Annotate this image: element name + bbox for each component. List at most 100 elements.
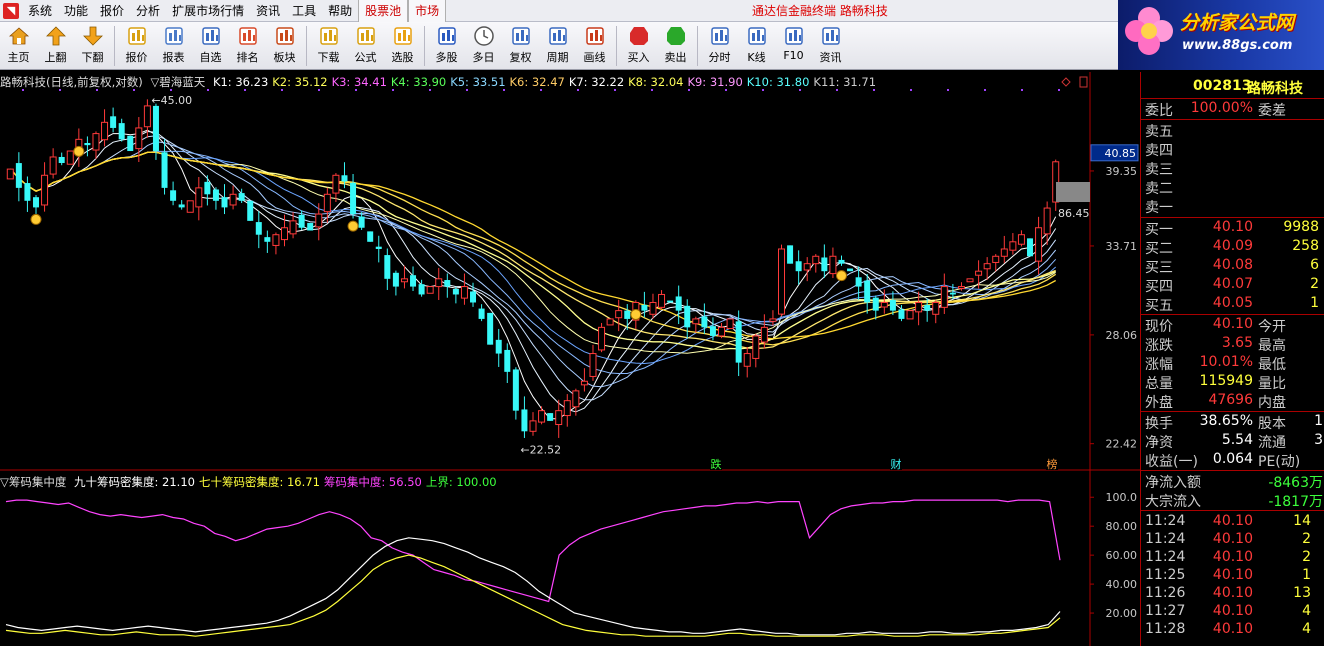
toolbar-button-13[interactable]: 复权 <box>502 22 539 70</box>
toolbar-button-20[interactable]: F10 <box>775 22 812 70</box>
sub-value-1: 七十筹码密集度: 16.71 <box>198 475 320 489</box>
tick-row: 11:24 40.10 2 <box>1141 531 1324 550</box>
sub-chart-indicator-name[interactable]: ▽筹码集中度 <box>0 475 66 489</box>
money-bag-icon <box>30 213 42 225</box>
marker-label: 跌 <box>711 457 722 471</box>
sub-value-3: 上界: 100.00 <box>425 475 497 489</box>
sub-axis-label: 100.0 <box>1106 491 1138 504</box>
toolbar-button-18[interactable]: 分时 <box>701 22 738 70</box>
menu-item-7[interactable]: 帮助 <box>322 0 358 22</box>
toolbar-button-0[interactable]: 主页 <box>0 22 37 70</box>
toolbar-button-21[interactable]: 资讯 <box>812 22 849 70</box>
menu-tab-1[interactable]: 市场 <box>408 0 447 22</box>
toolbar-button-5[interactable]: 自选 <box>192 22 229 70</box>
candle-body <box>400 278 408 283</box>
money-bag-icon <box>347 220 359 232</box>
f10-icon <box>784 27 803 45</box>
stat-label-2: 今开 <box>1258 319 1286 335</box>
candle-body <box>924 304 931 311</box>
bid-row: 买三 40.08 6 <box>1141 257 1324 276</box>
toolbar-button-label: K线 <box>747 51 766 64</box>
signal-dot <box>984 89 986 91</box>
toolbar-button-3[interactable]: 报价 <box>118 22 155 70</box>
toolbar-button-8[interactable]: 下载 <box>310 22 347 70</box>
sell-icon <box>666 27 685 45</box>
toolbar-button-label: 多股 <box>435 51 458 64</box>
stat2-value-2: 1 <box>1314 413 1323 429</box>
k-value-6: K6: 32.47 <box>509 75 565 89</box>
toolbar-button-11[interactable]: 多股 <box>428 22 465 70</box>
tick-time: 11:25 <box>1145 567 1186 583</box>
stat-label: 涨跌 <box>1145 338 1173 354</box>
candle-body <box>24 183 31 201</box>
signal-dot <box>1058 89 1060 91</box>
candle-body <box>161 152 168 188</box>
candle-body <box>178 204 185 208</box>
bid-price: 40.07 <box>1212 276 1253 292</box>
menu-tab-0[interactable]: 股票池 <box>358 0 409 22</box>
candle-body <box>658 293 666 308</box>
toolbar-button-label: 画线 <box>583 51 606 64</box>
candle-body <box>812 255 820 265</box>
menu-item-6[interactable]: 工具 <box>286 0 322 22</box>
toolbar-button-10[interactable]: 选股 <box>384 22 421 70</box>
chart-area[interactable]: 39.35 33.71 28.06 22.42 ←45.00 ←22.52 40.85 86.… <box>0 72 1140 646</box>
bid-row: 买五 40.05 1 <box>1141 295 1324 314</box>
stat2-value: 0.064 <box>1212 451 1253 467</box>
kline-chart[interactable]: 39.35 33.71 28.06 22.42 ←45.00 ←22.52 40.85 86.… <box>0 72 1140 646</box>
candle-body <box>538 410 546 423</box>
candle-body <box>624 310 631 319</box>
report-icon <box>164 27 183 45</box>
toolbar-button-1[interactable]: 上翻 <box>37 22 74 70</box>
k-value-10: K10: 31.80 <box>746 75 810 89</box>
sub-value-2: 筹码集中度: 56.50 <box>323 475 422 489</box>
menu-item-4[interactable]: 扩展市场行情 <box>166 0 250 22</box>
app-logo-icon[interactable]: ◥ <box>3 3 19 19</box>
menu-items: 系统 功能 报价 分析 扩展市场行情 资讯 工具 帮助 股票池 市场 <box>22 0 447 22</box>
bid-price: 40.10 <box>1212 219 1253 235</box>
diamond-icon <box>1061 77 1071 87</box>
menu-item-1[interactable]: 功能 <box>58 0 94 22</box>
candle-body <box>563 400 571 417</box>
stat-row: 涨幅 10.01% 最低 <box>1141 354 1324 373</box>
toolbar-button-17[interactable]: 卖出 <box>657 22 694 70</box>
toolbar-button-12[interactable]: 多日 <box>465 22 502 70</box>
toolbar-button-7[interactable]: 板块 <box>266 22 303 70</box>
candle-body <box>264 237 271 242</box>
toolbar-button-14[interactable]: 周期 <box>539 22 576 70</box>
candle-body <box>821 257 828 272</box>
rank-icon <box>238 27 257 45</box>
candle-body <box>204 181 211 195</box>
money-bag-icon <box>835 270 847 282</box>
stat2-value-2: 3 <box>1314 432 1323 448</box>
menu-item-0[interactable]: 系统 <box>22 0 58 22</box>
candle-body <box>6 168 14 180</box>
menu-item-2[interactable]: 报价 <box>94 0 130 22</box>
candle-body <box>735 321 742 363</box>
stat2-label-2: 流通 <box>1258 435 1286 451</box>
menu-item-3[interactable]: 分析 <box>130 0 166 22</box>
toolbar-button-15[interactable]: 画线 <box>576 22 613 70</box>
ask-row: 卖三 <box>1141 159 1324 178</box>
stat2-value: 38.65% <box>1199 413 1253 429</box>
bid-label: 买三 <box>1145 260 1173 276</box>
menu-item-5[interactable]: 资讯 <box>250 0 286 22</box>
toolbar-button-2[interactable]: 下翻 <box>74 22 111 70</box>
toolbar-button-4[interactable]: 报表 <box>155 22 192 70</box>
toolbar-button-16[interactable]: 买入 <box>620 22 657 70</box>
stock-pick-icon <box>393 27 412 45</box>
bid-volume: 9988 <box>1283 219 1319 235</box>
candle-body <box>272 234 280 246</box>
toolbar-button-label: 公式 <box>354 51 377 64</box>
toolbar-button-6[interactable]: 排名 <box>229 22 266 70</box>
candle-body <box>667 300 674 303</box>
toolbar-button-9[interactable]: 公式 <box>347 22 384 70</box>
main-chart-indicator-name[interactable]: ▽碧海蓝天 <box>150 75 205 89</box>
tick-price: 40.10 <box>1212 549 1253 565</box>
stat-value: 40.10 <box>1212 316 1253 332</box>
quote-divider <box>1141 314 1324 315</box>
toolbar-button-19[interactable]: K线 <box>738 22 775 70</box>
bid-volume: 1 <box>1310 295 1319 311</box>
candle-body <box>1000 248 1008 257</box>
logo-url: www.88gs.com <box>1182 38 1293 53</box>
